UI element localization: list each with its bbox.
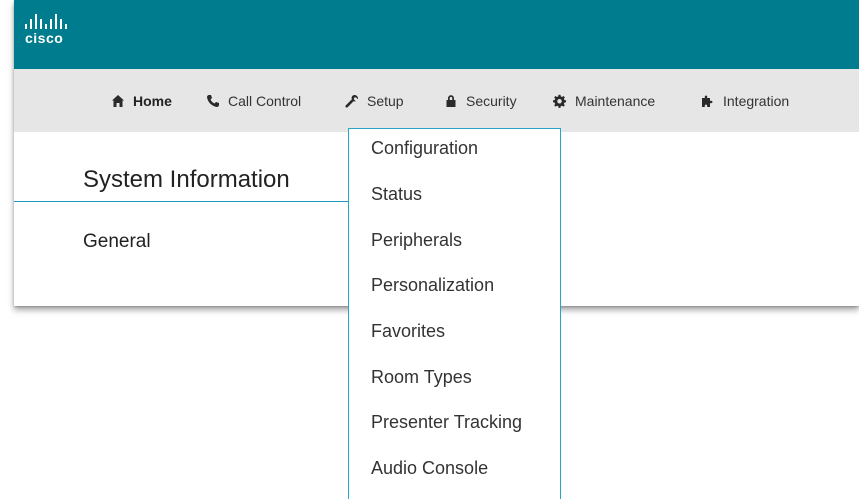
nav-setup[interactable]: Setup [345,91,404,111]
nav-security[interactable]: Security [444,91,517,111]
cisco-logo-text: cisco [25,30,64,46]
nav-call-control-label: Call Control [228,93,302,109]
menu-item-personalization[interactable]: Personalization [371,275,494,296]
phone-icon [206,94,220,108]
nav-maintenance[interactable]: Maintenance [553,91,655,111]
wrench-icon [345,94,359,108]
top-header-bar: cisco [14,0,859,69]
main-navigation: Home Call Control Setup Security Mainten… [14,69,859,132]
nav-home-label: Home [133,93,172,109]
menu-item-configuration[interactable]: Configuration [371,138,478,159]
cisco-logo[interactable]: cisco [24,13,84,49]
nav-call-control[interactable]: Call Control [206,91,301,111]
lock-icon [444,94,458,108]
puzzle-icon [701,94,715,108]
nav-home[interactable]: Home [111,91,172,111]
title-underline [14,201,348,202]
menu-item-peripherals[interactable]: Peripherals [371,230,462,251]
nav-integration[interactable]: Integration [701,91,789,111]
menu-item-audio-console[interactable]: Audio Console [371,458,488,479]
setup-dropdown-menu: Configuration Status Peripherals Persona… [348,128,561,499]
menu-item-room-types[interactable]: Room Types [371,367,472,388]
nav-maintenance-label: Maintenance [575,93,656,109]
menu-item-presenter-tracking[interactable]: Presenter Tracking [371,412,522,433]
nav-security-label: Security [466,93,517,109]
cisco-logo-bars [24,13,67,29]
menu-item-favorites[interactable]: Favorites [371,321,445,342]
menu-item-status[interactable]: Status [371,184,422,205]
section-heading-general: General [83,231,151,252]
home-icon [111,94,125,108]
page-title: System Information [83,166,290,193]
gear-icon [553,94,567,108]
nav-setup-label: Setup [367,93,404,109]
nav-integration-label: Integration [723,93,790,109]
